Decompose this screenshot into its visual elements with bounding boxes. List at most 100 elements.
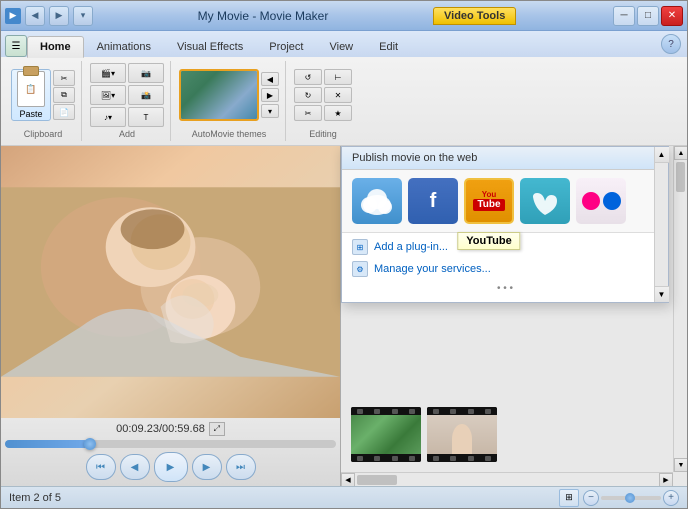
film-clip-1[interactable] <box>351 407 421 462</box>
status-icons: ⊞ − + <box>559 489 679 507</box>
flickr-dots-icon <box>582 192 621 210</box>
flickr-button[interactable] <box>576 178 626 224</box>
effects-button[interactable]: ★ <box>324 105 352 121</box>
automovie-menu[interactable]: ▾ <box>261 104 279 118</box>
webcam-button[interactable]: 📷 <box>128 63 164 83</box>
rewind-button[interactable]: ⏮ <box>86 454 116 480</box>
manage-services-link[interactable]: ⚙ Manage your services... <box>352 259 658 279</box>
facebook-button[interactable]: f <box>408 178 458 224</box>
paste-label: Paste <box>19 109 42 119</box>
ribbon-content: 📋 Paste ✂ ⧉ 📄 Clipboard 🎬▾ 🖼▾ <box>1 57 687 145</box>
more-dots: • • • <box>352 281 658 296</box>
back-button[interactable]: ◀ <box>25 6 45 26</box>
down-button[interactable]: ▾ <box>73 6 93 26</box>
scroll-right-button[interactable]: ▶ <box>659 473 673 487</box>
preview-pane: 00:09.23/00:59.68 ⤢ ⏮ ◀ ▶ ▶ ⏭ <box>1 146 341 486</box>
rotate-right-button[interactable]: ↻ <box>294 87 322 103</box>
scroll-track <box>660 163 664 286</box>
window-controls: ─ □ ✕ <box>613 6 683 26</box>
tab-visual-effects[interactable]: Visual Effects <box>164 36 256 57</box>
seek-bar[interactable] <box>5 440 336 448</box>
person-shape <box>452 424 472 454</box>
film-hole <box>357 456 363 461</box>
film-hole <box>450 409 456 414</box>
rotate-left-button[interactable]: ↺ <box>294 69 322 85</box>
snap-button[interactable]: 📸 <box>128 85 164 105</box>
youtube-logo: You Tube <box>473 191 504 211</box>
paste-special-button[interactable]: 📄 <box>53 104 75 120</box>
film-strip-top-2 <box>427 407 497 415</box>
cut-button[interactable]: ✂ <box>53 70 75 86</box>
add-photos-button[interactable]: 🖼▾ <box>90 85 126 105</box>
tab-animations[interactable]: Animations <box>84 36 164 57</box>
h-scroll-thumb[interactable] <box>357 475 397 485</box>
automovie-prev[interactable]: ◀ <box>261 72 279 86</box>
zoom-slider[interactable] <box>601 496 661 500</box>
step-back-button[interactable]: ◀ <box>120 454 150 480</box>
status-text: Item 2 of 5 <box>9 492 551 504</box>
add-plugin-label: Add a plug-in... <box>374 241 448 253</box>
tab-edit[interactable]: Edit <box>366 36 411 57</box>
film-clip-2[interactable] <box>427 407 497 462</box>
step-forward-button[interactable]: ▶ <box>192 454 222 480</box>
quick-access-button[interactable]: ☰ <box>5 35 27 57</box>
clipboard-content: 📋 Paste ✂ ⧉ 📄 <box>11 63 75 127</box>
scroll-down-arrow[interactable]: ▼ <box>655 286 669 302</box>
transport-controls: ⏮ ◀ ▶ ▶ ⏭ <box>5 452 336 482</box>
vimeo-button[interactable] <box>520 178 570 224</box>
add-videos-button[interactable]: 🎬▾ <box>90 63 126 83</box>
film-hole <box>433 456 439 461</box>
automovie-theme-thumb[interactable] <box>179 69 259 121</box>
scroll-left-button[interactable]: ◀ <box>341 473 355 487</box>
split-button[interactable]: ⊢ <box>324 69 352 85</box>
editing-buttons2: ⊢ ✕ ★ <box>324 69 352 121</box>
v-scroll-down-button[interactable]: ▼ <box>674 458 687 472</box>
film-content-2 <box>427 415 497 454</box>
title-bar: ▶ ◀ ▶ ▾ My Movie - Movie Maker Video Too… <box>1 1 687 31</box>
film-hole <box>392 456 398 461</box>
storyboard-content: ◀ ▶ ▲ ▼ <box>341 401 687 486</box>
trim-button[interactable]: ✂ <box>294 105 322 121</box>
clip-person-img <box>427 415 497 454</box>
zoom-in-button[interactable]: + <box>663 490 679 506</box>
youtube-button[interactable]: You Tube YouTube <box>464 178 514 224</box>
skydrive-button[interactable] <box>352 178 402 224</box>
zoom-out-button[interactable]: − <box>583 490 599 506</box>
add-more-buttons: 📷 📸 T <box>128 63 164 127</box>
fast-forward-button[interactable]: ⏭ <box>226 454 256 480</box>
tab-project[interactable]: Project <box>256 36 316 57</box>
copy-button[interactable]: ⧉ <box>53 87 75 103</box>
window-title: My Movie - Movie Maker <box>190 9 337 23</box>
ribbon-tab-bar: ☰ Home Animations Visual Effects Project… <box>1 31 687 57</box>
tab-home[interactable]: Home <box>27 36 84 58</box>
play-button[interactable]: ▶ <box>154 452 188 482</box>
zoom-thumb <box>625 493 635 503</box>
close-button[interactable]: ✕ <box>661 6 683 26</box>
expand-preview-button[interactable]: ⤢ <box>209 422 225 436</box>
title-button[interactable]: T <box>128 107 164 127</box>
video-tools-badge: Video Tools <box>433 7 516 25</box>
help-button[interactable]: ? <box>661 34 681 54</box>
scroll-up-arrow[interactable]: ▲ <box>655 147 669 163</box>
clipboard-label: Clipboard <box>24 129 63 139</box>
cloud-icon <box>359 187 395 215</box>
editing-label: Editing <box>309 129 337 139</box>
automovie-next[interactable]: ▶ <box>261 88 279 102</box>
ribbon: ☰ Home Animations Visual Effects Project… <box>1 31 687 146</box>
maximize-button[interactable]: □ <box>637 6 659 26</box>
paste-icon: 📋 <box>17 71 45 107</box>
paste-button[interactable]: 📋 Paste <box>11 69 51 121</box>
film-strip-top-1 <box>351 407 421 415</box>
fit-to-window-button[interactable]: ⊞ <box>559 489 579 507</box>
add-buttons: 🎬▾ 🖼▾ ♪▾ <box>90 63 126 127</box>
tab-view[interactable]: View <box>316 36 366 57</box>
add-music-button[interactable]: ♪▾ <box>90 107 126 127</box>
editing-group: ↺ ↻ ✂ ⊢ ✕ ★ Editing <box>288 61 358 141</box>
timecode-text: 00:09.23/00:59.68 <box>116 423 205 435</box>
film-hole <box>409 456 415 461</box>
minimize-button[interactable]: ─ <box>613 6 635 26</box>
remove-button[interactable]: ✕ <box>324 87 352 103</box>
automovie-nav: ◀ ▶ ▾ <box>261 72 279 118</box>
automovie-group: ◀ ▶ ▾ AutoMovie themes <box>173 61 286 141</box>
forward-button[interactable]: ▶ <box>49 6 69 26</box>
